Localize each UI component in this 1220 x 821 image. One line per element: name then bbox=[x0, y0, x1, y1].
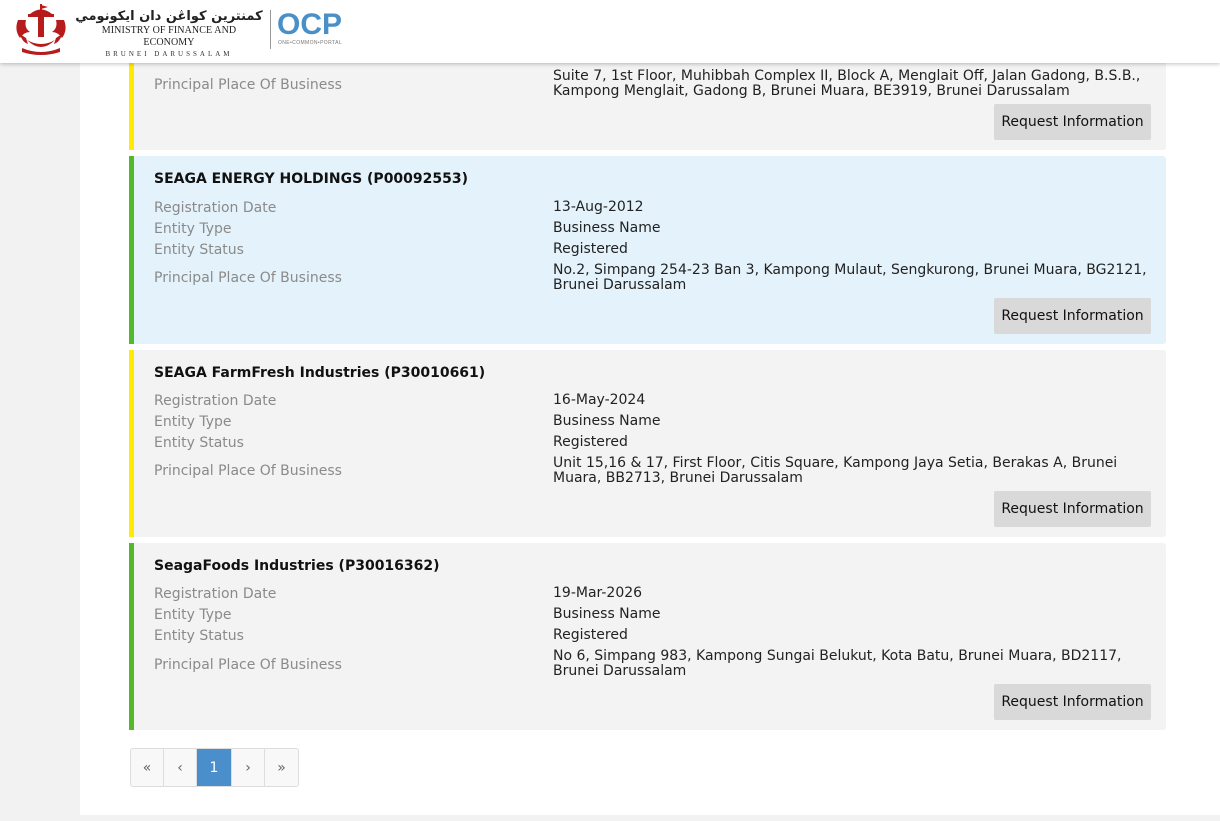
registration-date-value: 19-Mar-2026 bbox=[553, 585, 643, 601]
principal-place-value: No.2, Simpang 254-23 Ban 3, Kampong Mula… bbox=[553, 262, 1147, 293]
request-information-button[interactable]: Request Information bbox=[994, 104, 1151, 140]
principal-place-value: Unit 15,16 & 17, First Floor, Citis Squa… bbox=[553, 455, 1118, 486]
site-header: كمنترين كواڠن دان ايكونومي MINISTRY OF F… bbox=[0, 0, 1220, 63]
ministry-name: MINISTRY OF FINANCE AND ECONOMY bbox=[101, 25, 237, 48]
registration-date-label: Registration Date bbox=[154, 586, 277, 602]
entity-type-value: Business Name bbox=[553, 606, 661, 622]
ministry-wordmark: كمنترين كواڠن دان ايكونومي MINISTRY OF F… bbox=[75, 9, 263, 59]
entity-type-label: Entity Type bbox=[154, 221, 232, 237]
entity-type-value: Business Name bbox=[553, 413, 661, 429]
registration-date-label: Registration Date bbox=[154, 200, 277, 216]
ocp-logo-text: OCP bbox=[277, 8, 342, 40]
entity-title[interactable]: SEAGA ENERGY HOLDINGS (P00092553) bbox=[154, 171, 468, 187]
first-page-button[interactable]: « bbox=[131, 749, 164, 786]
entity-type-label: Entity Type bbox=[154, 414, 232, 430]
entity-title[interactable]: SEAGA FarmFresh Industries (P30010661) bbox=[154, 365, 485, 381]
ministry-jawi-name: كمنترين كواڠن دان ايكونومي bbox=[75, 9, 263, 24]
result-card-seagafoods[interactable]: SeagaFoods Industries (P30016362) Regist… bbox=[129, 543, 1166, 730]
result-card-seaga-energy[interactable]: SEAGA ENERGY HOLDINGS (P00092553) Regist… bbox=[129, 156, 1166, 344]
principal-place-label: Principal Place Of Business bbox=[154, 77, 342, 93]
entity-status-value: Registered bbox=[553, 627, 628, 643]
entity-status-value: Registered bbox=[553, 434, 628, 450]
entity-status-value: Registered bbox=[553, 241, 628, 257]
principal-place-value: No 6, Simpang 983, Kampong Sungai Beluku… bbox=[553, 648, 1122, 679]
ocp-logo[interactable]: OCP bbox=[277, 8, 347, 40]
entity-status-label: Entity Status bbox=[154, 435, 244, 451]
previous-page-button[interactable]: ‹ bbox=[164, 749, 197, 786]
registration-date-label: Registration Date bbox=[154, 393, 277, 409]
registration-date-value: 16-May-2024 bbox=[553, 392, 646, 408]
entity-type-label: Entity Type bbox=[154, 607, 232, 623]
last-page-button[interactable]: » bbox=[265, 749, 298, 786]
registration-date-value: 13-Aug-2012 bbox=[553, 199, 644, 215]
country-name: BRUNEI DARUSSALAM bbox=[105, 50, 233, 58]
request-information-button[interactable]: Request Information bbox=[994, 491, 1151, 527]
logo-divider bbox=[270, 10, 271, 49]
entity-title[interactable]: SeagaFoods Industries (P30016362) bbox=[154, 558, 440, 574]
principal-place-value: Suite 7, 1st Floor, Muhibbah Complex II,… bbox=[553, 68, 1141, 99]
entity-status-label: Entity Status bbox=[154, 242, 244, 258]
entity-type-value: Business Name bbox=[553, 220, 661, 236]
request-information-button[interactable]: Request Information bbox=[994, 298, 1151, 334]
result-card-seaga-farmfresh[interactable]: SEAGA FarmFresh Industries (P30010661) R… bbox=[129, 350, 1166, 537]
request-information-button[interactable]: Request Information bbox=[994, 684, 1151, 720]
next-page-button[interactable]: › bbox=[232, 749, 265, 786]
principal-place-label: Principal Place Of Business bbox=[154, 463, 342, 479]
pagination: « ‹ 1 › » bbox=[130, 748, 299, 787]
current-page-button[interactable]: 1 bbox=[197, 749, 232, 786]
principal-place-label: Principal Place Of Business bbox=[154, 657, 342, 673]
principal-place-label: Principal Place Of Business bbox=[154, 270, 342, 286]
entity-status-label: Entity Status bbox=[154, 628, 244, 644]
brunei-crest-logo[interactable] bbox=[10, 2, 72, 56]
ocp-tagline: ONE•COMMON•PORTAL bbox=[278, 40, 343, 46]
